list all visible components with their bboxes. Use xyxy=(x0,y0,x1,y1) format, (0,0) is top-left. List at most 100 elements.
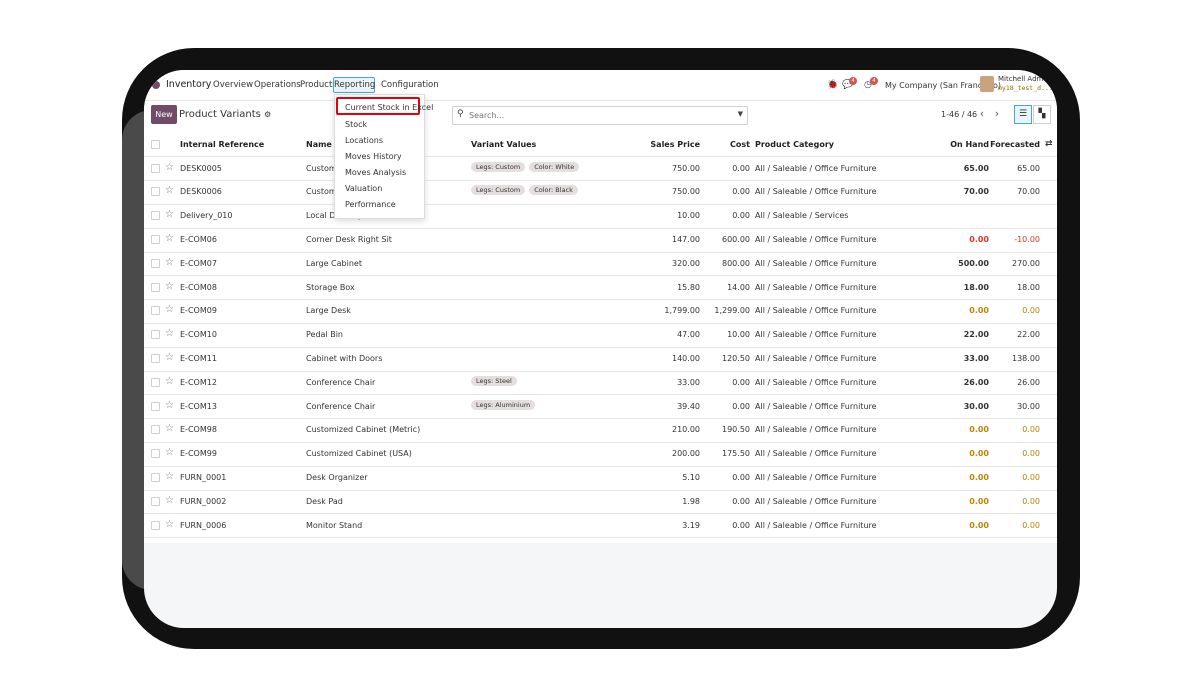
menu-moves-history[interactable]: Moves History xyxy=(345,152,402,161)
table-row[interactable]: ☆ DESK0006 Customiz... Legs: Custom Color: B… xyxy=(144,180,1057,206)
row-checkbox[interactable] xyxy=(151,496,160,506)
row-checkbox[interactable] xyxy=(151,234,160,244)
star-icon[interactable]: ☆ xyxy=(165,257,174,268)
star-icon[interactable]: ☆ xyxy=(165,400,174,411)
menu-stock[interactable]: Stock xyxy=(345,120,367,129)
cell-internal-reference: FURN_0002 xyxy=(180,496,227,506)
cell-product-category: All / Saleable / Office Furniture xyxy=(755,306,877,316)
kanban-view-icon[interactable]: ▚ xyxy=(1033,105,1051,124)
pager-next-icon[interactable]: › xyxy=(990,106,1004,122)
star-icon[interactable]: ☆ xyxy=(165,328,174,339)
pager-previous-icon[interactable]: ‹ xyxy=(975,106,989,122)
table-row[interactable]: ☆ E-COM99 Customized Cabinet (USA) 200.00 17… xyxy=(144,442,1057,467)
star-icon[interactable]: ☆ xyxy=(165,471,174,482)
menu-configuration[interactable]: Configuration xyxy=(381,80,439,90)
cell-internal-reference: E-COM13 xyxy=(180,401,217,411)
table-row[interactable]: ☆ FURN_0006 Monitor Stand 3.19 0.00 All / Sal… xyxy=(144,514,1057,539)
table-row[interactable]: ☆ DESK0005 Customiz... Legs: Custom Color: W… xyxy=(144,157,1057,182)
bug-icon[interactable]: 🐞 xyxy=(827,80,838,90)
menu-reporting[interactable]: Reporting xyxy=(333,77,375,93)
col-forecasted[interactable]: Forecasted xyxy=(990,140,1040,149)
row-checkbox[interactable] xyxy=(151,377,160,387)
caret-down-icon[interactable]: ▼ xyxy=(738,110,743,118)
cell-sales-price: 750.00 xyxy=(672,163,700,173)
col-product-category[interactable]: Product Category xyxy=(755,140,834,149)
star-icon[interactable]: ☆ xyxy=(165,162,174,173)
variant-tag: Legs: Steel xyxy=(471,375,517,386)
row-checkbox[interactable] xyxy=(151,353,160,363)
star-icon[interactable]: ☆ xyxy=(165,185,174,196)
pager-value[interactable]: 1-46 / 46 xyxy=(941,110,977,119)
cell-on-hand: 0.00 xyxy=(969,425,989,435)
star-icon[interactable]: ☆ xyxy=(165,423,174,434)
cell-on-hand: 0.00 xyxy=(969,496,989,506)
star-icon[interactable]: ☆ xyxy=(165,233,174,244)
table-row[interactable]: ☆ E-COM06 Corner Desk Right Sit 147.00 600.0… xyxy=(144,228,1057,253)
cell-internal-reference: E-COM99 xyxy=(180,449,217,459)
cell-product-category: All / Saleable / Office Furniture xyxy=(755,187,877,197)
table-row[interactable]: ☆ E-COM98 Customized Cabinet (Metric) 210.0… xyxy=(144,418,1057,444)
table-row[interactable]: ☆ E-COM11 Cabinet with Doors 140.00 120.50 Al… xyxy=(144,347,1057,372)
col-sales-price[interactable]: Sales Price xyxy=(644,140,700,149)
star-icon[interactable]: ☆ xyxy=(165,519,174,530)
col-variant-values[interactable]: Variant Values xyxy=(471,140,536,149)
menu-current-stock-excel[interactable]: Current Stock in Excel xyxy=(345,103,433,112)
table-row[interactable]: ☆ E-COM07 Large Cabinet 320.00 800.00 All / S… xyxy=(144,252,1057,277)
menu-moves-analysis[interactable]: Moves Analysis xyxy=(345,168,406,177)
row-checkbox[interactable] xyxy=(151,330,160,340)
cell-cost: 600.00 xyxy=(722,234,750,244)
row-checkbox[interactable] xyxy=(151,401,160,411)
cell-cost: 800.00 xyxy=(722,258,750,268)
menu-valuation[interactable]: Valuation xyxy=(345,184,382,193)
menu-overview[interactable]: Overview xyxy=(213,80,253,90)
row-checkbox[interactable] xyxy=(151,472,160,482)
table-row[interactable]: ☆ E-COM12 Conference Chair Legs: Steel 33.00… xyxy=(144,371,1057,396)
search-input[interactable] xyxy=(469,108,724,122)
app-logo-icon[interactable] xyxy=(152,81,160,89)
menu-locations[interactable]: Locations xyxy=(345,136,383,145)
table-row[interactable]: ☆ FURN_0001 Desk Organizer 5.10 0.00 All / Sa… xyxy=(144,466,1057,491)
row-checkbox[interactable] xyxy=(151,282,160,292)
table-row[interactable]: ☆ E-COM09 Large Desk 1,799.00 1,299.00 All / … xyxy=(144,299,1057,325)
app-name[interactable]: Inventory xyxy=(166,79,211,90)
star-icon[interactable]: ☆ xyxy=(165,281,174,292)
cell-product-category: All / Saleable / Office Furniture xyxy=(755,449,877,459)
menu-operations[interactable]: Operations xyxy=(254,80,301,90)
gear-icon[interactable]: ⚙ xyxy=(264,110,271,119)
table-row[interactable]: ☆ E-COM08 Storage Box 15.80 14.00 All / Salea… xyxy=(144,276,1057,301)
star-icon[interactable]: ☆ xyxy=(165,495,174,506)
select-all-checkbox[interactable] xyxy=(151,140,160,149)
avatar[interactable] xyxy=(980,76,994,92)
row-checkbox[interactable] xyxy=(151,306,160,316)
row-checkbox[interactable] xyxy=(151,425,160,435)
new-button[interactable]: New xyxy=(151,105,177,124)
star-icon[interactable]: ☆ xyxy=(165,376,174,387)
star-icon[interactable]: ☆ xyxy=(165,304,174,315)
list-view-icon[interactable]: ☰ xyxy=(1014,105,1032,124)
row-checkbox[interactable] xyxy=(151,163,160,173)
user-name[interactable]: Mitchell Admin xyxy=(998,75,1050,83)
row-checkbox[interactable] xyxy=(151,449,160,459)
column-settings-icon[interactable]: ⇄ xyxy=(1045,139,1053,149)
cell-name: Monitor Stand xyxy=(306,520,363,530)
row-checkbox[interactable] xyxy=(151,520,160,530)
col-name[interactable]: Name xyxy=(306,140,332,149)
col-cost[interactable]: Cost xyxy=(709,140,750,149)
menu-performance[interactable]: Performance xyxy=(345,200,396,209)
star-icon[interactable]: ☆ xyxy=(165,209,174,220)
table-row[interactable]: ☆ E-COM10 Pedal Bin 47.00 10.00 All / Saleabl… xyxy=(144,323,1057,348)
table-row[interactable]: ☆ E-COM13 Conference Chair Legs: Aluminium 3… xyxy=(144,395,1057,420)
menu-products[interactable]: Products xyxy=(300,80,337,90)
star-icon[interactable]: ☆ xyxy=(165,352,174,363)
row-checkbox[interactable] xyxy=(151,258,160,268)
cell-on-hand: 18.00 xyxy=(963,282,989,292)
table-row[interactable]: ☆Delivery_010Local Delivery10.000.00All … xyxy=(144,204,1057,229)
row-checkbox[interactable] xyxy=(151,187,160,197)
table-row[interactable]: ☆ FURN_0002 Desk Pad 1.98 0.00 All / Saleable… xyxy=(144,490,1057,515)
star-icon[interactable]: ☆ xyxy=(165,447,174,458)
search-bar[interactable]: ⚲ ▼ xyxy=(452,106,748,125)
row-checkbox[interactable] xyxy=(151,211,160,221)
col-internal-reference[interactable]: Internal Reference xyxy=(180,140,264,149)
col-on-hand[interactable]: On Hand xyxy=(939,140,989,149)
cell-cost: 190.50 xyxy=(722,425,750,435)
